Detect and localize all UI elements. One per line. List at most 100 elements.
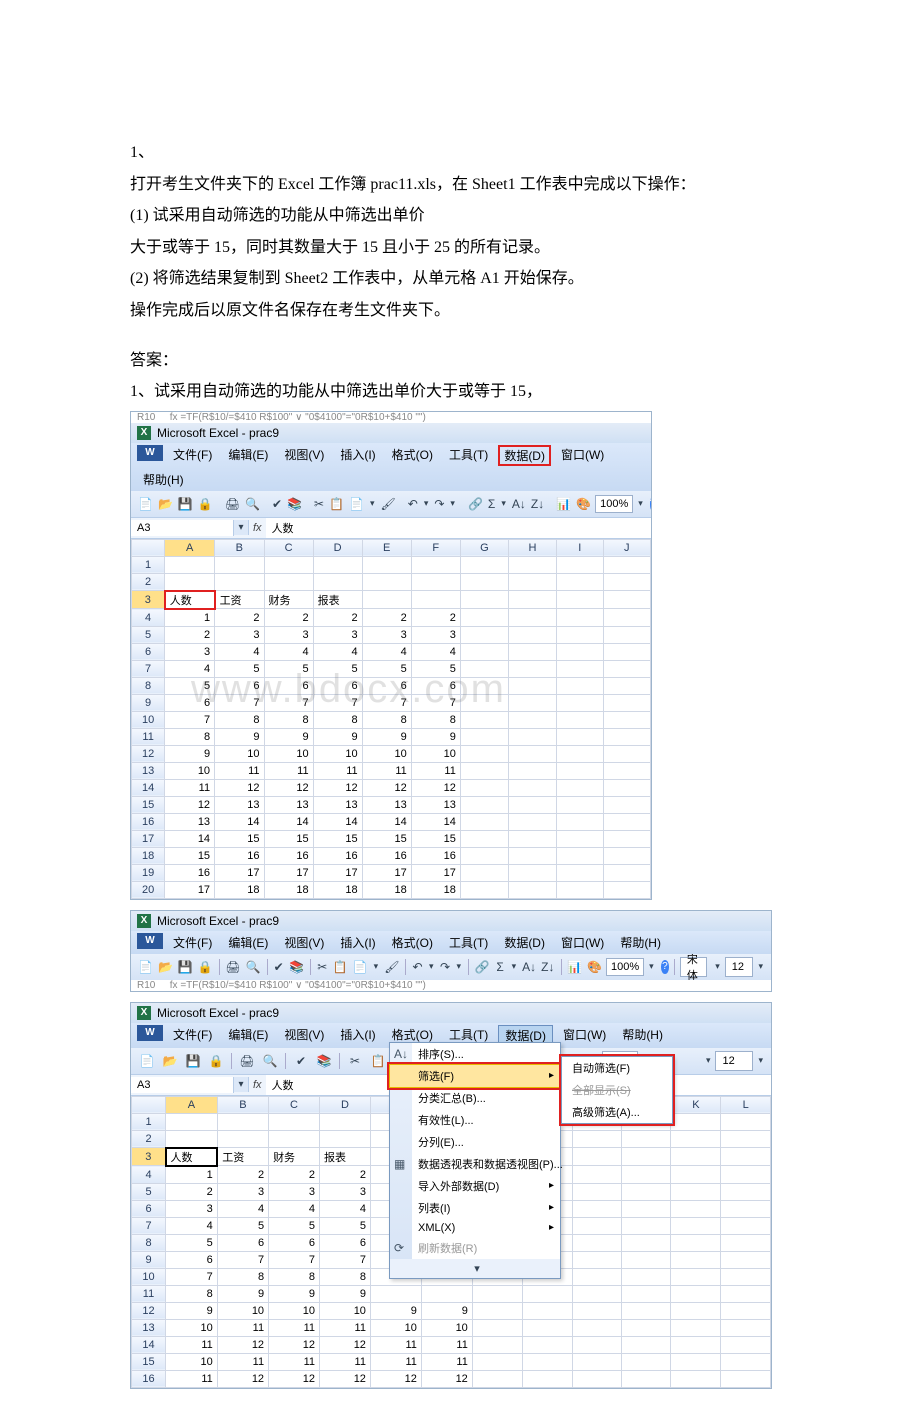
cell[interactable] bbox=[621, 1183, 670, 1200]
fontsize-dd-icon[interactable]: ▾ bbox=[756, 961, 765, 972]
cell[interactable]: 工资 bbox=[215, 591, 264, 609]
menu-window[interactable]: 窗口(W) bbox=[555, 445, 610, 466]
autosum-dropdown-icon[interactable]: ▾ bbox=[510, 961, 519, 972]
cell[interactable]: 13 bbox=[362, 796, 411, 813]
cell[interactable] bbox=[621, 1166, 670, 1184]
col-header[interactable]: I bbox=[556, 539, 603, 556]
menu-format[interactable]: 格式(O) bbox=[386, 445, 439, 466]
row-header[interactable]: 5 bbox=[132, 626, 165, 643]
cell[interactable]: 8 bbox=[166, 1285, 218, 1302]
row-header[interactable]: 10 bbox=[132, 711, 165, 728]
cell[interactable]: 7 bbox=[165, 711, 215, 728]
cell[interactable]: 11 bbox=[269, 1353, 320, 1370]
cell[interactable] bbox=[621, 1319, 670, 1336]
cell[interactable]: 2 bbox=[217, 1166, 268, 1184]
cell[interactable]: 11 bbox=[411, 762, 460, 779]
save-icon[interactable]: 💾 bbox=[183, 1051, 203, 1071]
cell[interactable]: 12 bbox=[320, 1370, 371, 1387]
menu-file[interactable]: 文件(F) bbox=[167, 1025, 218, 1046]
cell[interactable]: 11 bbox=[370, 1353, 421, 1370]
perm-icon[interactable]: 🔒 bbox=[197, 957, 214, 977]
redo-dropdown-icon[interactable]: ▾ bbox=[448, 498, 457, 509]
cell[interactable] bbox=[721, 1200, 771, 1217]
menu-subtotal[interactable]: 分类汇总(B)... bbox=[390, 1087, 560, 1109]
cell[interactable] bbox=[370, 1285, 421, 1302]
cell[interactable] bbox=[621, 1285, 670, 1302]
cell[interactable] bbox=[572, 1268, 621, 1285]
col-header[interactable]: C bbox=[264, 539, 313, 556]
paste-icon[interactable]: 📄 bbox=[348, 494, 365, 514]
paste-dropdown-icon[interactable]: ▾ bbox=[368, 498, 377, 509]
cut-icon[interactable]: ✂ bbox=[313, 494, 325, 514]
cell[interactable]: 8 bbox=[313, 711, 362, 728]
menu-filter[interactable]: 筛选(F)▸ bbox=[389, 1064, 561, 1088]
cell[interactable]: 18 bbox=[313, 881, 362, 898]
cell[interactable]: 2 bbox=[269, 1166, 320, 1184]
cell[interactable] bbox=[721, 1268, 771, 1285]
cell[interactable] bbox=[572, 1285, 621, 1302]
print-icon[interactable]: 🖨 bbox=[224, 957, 241, 977]
cell[interactable]: 11 bbox=[362, 762, 411, 779]
cell[interactable]: 7 bbox=[166, 1268, 218, 1285]
row-header[interactable]: 3 bbox=[132, 591, 165, 609]
menu-expand[interactable]: ▾ bbox=[390, 1259, 560, 1278]
row-header[interactable]: 11 bbox=[132, 1285, 166, 1302]
col-header[interactable]: H bbox=[508, 539, 556, 556]
cell[interactable]: 16 bbox=[362, 847, 411, 864]
cell[interactable] bbox=[572, 1183, 621, 1200]
zoom-box[interactable]: 100% bbox=[595, 495, 633, 513]
cell[interactable]: 5 bbox=[320, 1217, 371, 1234]
cell[interactable]: 14 bbox=[215, 813, 264, 830]
row-header[interactable]: 6 bbox=[132, 1200, 166, 1217]
cell[interactable] bbox=[671, 1200, 721, 1217]
row-header[interactable]: 2 bbox=[132, 573, 165, 591]
cell[interactable]: 9 bbox=[269, 1285, 320, 1302]
fx-label[interactable]: fx bbox=[249, 1077, 266, 1093]
cell[interactable]: 8 bbox=[411, 711, 460, 728]
drawing-icon[interactable]: 🎨 bbox=[575, 494, 592, 514]
row-header[interactable]: 13 bbox=[132, 762, 165, 779]
cell[interactable]: 12 bbox=[165, 796, 215, 813]
cell[interactable] bbox=[671, 1353, 721, 1370]
cell[interactable]: 8 bbox=[217, 1268, 268, 1285]
cell[interactable]: 人数 bbox=[165, 591, 215, 609]
cell[interactable]: 6 bbox=[165, 694, 215, 711]
new-icon[interactable]: 📄 bbox=[137, 1051, 157, 1071]
menu-help[interactable]: 帮助(H) bbox=[137, 470, 190, 489]
spreadsheet-grid[interactable]: A B C D E F G H I J 1 2 3 人数 工资 财务 报表 41… bbox=[131, 539, 651, 899]
help-icon[interactable]: ? bbox=[650, 497, 651, 511]
cell[interactable]: 9 bbox=[362, 728, 411, 745]
cell[interactable] bbox=[572, 1234, 621, 1251]
cell[interactable]: 6 bbox=[215, 677, 264, 694]
chart-icon[interactable]: 📊 bbox=[555, 494, 572, 514]
row-header[interactable]: 1 bbox=[132, 556, 165, 573]
cell[interactable]: 9 bbox=[215, 728, 264, 745]
cell[interactable]: 14 bbox=[411, 813, 460, 830]
cell[interactable]: 3 bbox=[166, 1200, 218, 1217]
fx-label[interactable]: fx bbox=[249, 520, 266, 536]
cell[interactable]: 5 bbox=[362, 660, 411, 677]
cell[interactable] bbox=[721, 1336, 771, 1353]
cell[interactable] bbox=[522, 1302, 572, 1319]
hyperlink-icon[interactable]: 🔗 bbox=[474, 957, 491, 977]
cell[interactable]: 6 bbox=[362, 677, 411, 694]
preview-icon[interactable]: 🔍 bbox=[245, 957, 262, 977]
menu-insert[interactable]: 插入(I) bbox=[334, 1025, 381, 1046]
cell[interactable]: 3 bbox=[264, 626, 313, 643]
row-header[interactable]: 16 bbox=[132, 1370, 166, 1387]
cell[interactable]: 17 bbox=[165, 881, 215, 898]
cell[interactable]: 2 bbox=[362, 609, 411, 627]
copy-icon[interactable]: 📋 bbox=[368, 1051, 388, 1071]
cell[interactable]: 3 bbox=[313, 626, 362, 643]
menu-tools[interactable]: 工具(T) bbox=[443, 933, 494, 952]
row-header[interactable]: 8 bbox=[132, 1234, 166, 1251]
cell[interactable] bbox=[572, 1166, 621, 1184]
paste-icon[interactable]: 📄 bbox=[352, 957, 369, 977]
row-header[interactable]: 15 bbox=[132, 796, 165, 813]
copy-icon[interactable]: 📋 bbox=[328, 494, 345, 514]
cell[interactable]: 18 bbox=[215, 881, 264, 898]
zoom-dropdown-icon[interactable]: ▾ bbox=[636, 498, 645, 509]
cell[interactable]: 15 bbox=[215, 830, 264, 847]
cell[interactable] bbox=[472, 1370, 522, 1387]
menu-file[interactable]: 文件(F) bbox=[167, 445, 218, 466]
